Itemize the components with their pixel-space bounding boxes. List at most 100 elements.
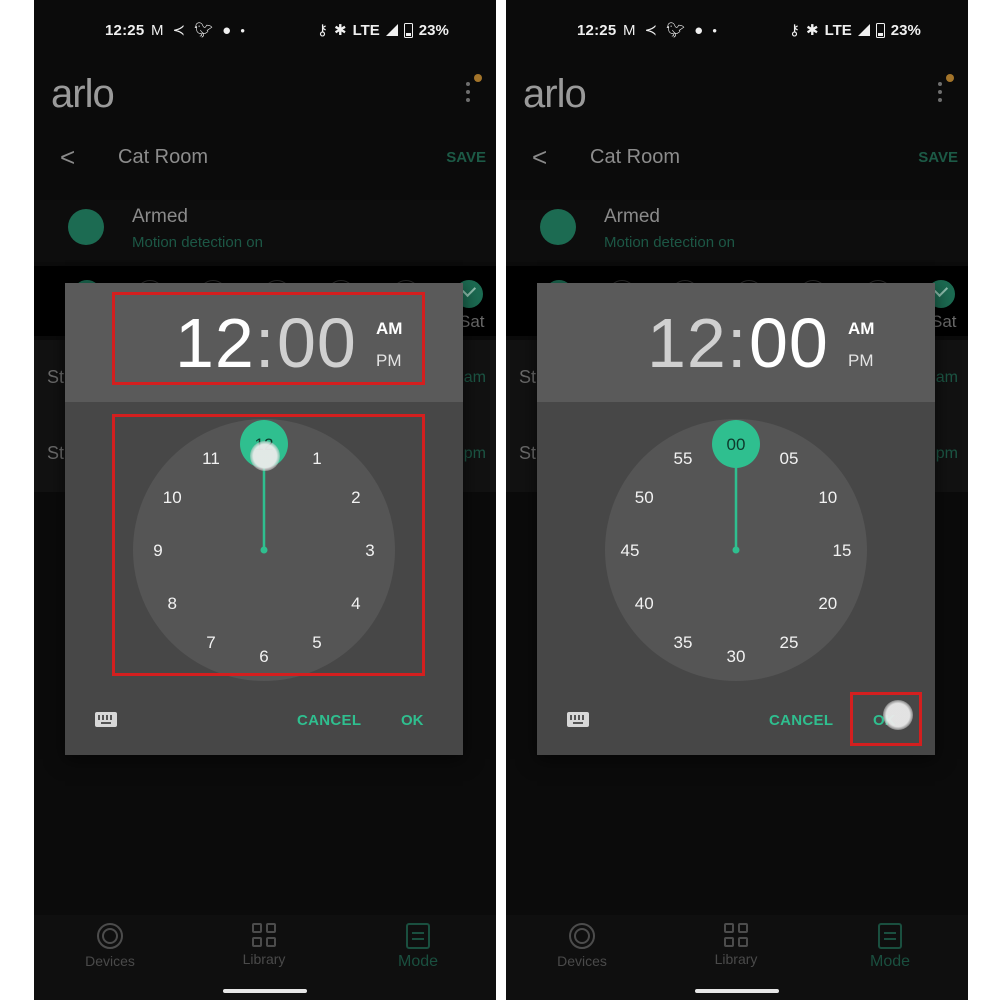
nav-devices[interactable]: Devices bbox=[55, 923, 165, 969]
time-picker-dialog: 12 : 00 AM PM 121234567891011 CANCEL OK bbox=[65, 283, 463, 755]
mode-title: Armed bbox=[604, 206, 660, 227]
clock-number[interactable]: 45 bbox=[621, 541, 640, 560]
pm-toggle[interactable]: PM bbox=[376, 351, 402, 371]
back-chevron-icon[interactable]: < bbox=[532, 142, 547, 173]
hours-display[interactable]: 12 bbox=[175, 303, 255, 383]
clock-number[interactable]: 2 bbox=[351, 488, 360, 507]
clock-number[interactable]: 55 bbox=[674, 449, 693, 468]
nav-label: Mode bbox=[869, 953, 911, 970]
reddit-icon: ● bbox=[694, 21, 704, 39]
nav-label: Mode bbox=[397, 953, 439, 970]
overflow-menu-icon[interactable] bbox=[938, 82, 944, 102]
mode-status-dot bbox=[540, 209, 576, 245]
twitter-icon: 🐦︎ bbox=[194, 22, 214, 39]
clock-number[interactable]: 35 bbox=[674, 633, 693, 652]
nav-library[interactable]: Library bbox=[681, 923, 791, 967]
save-button[interactable]: SAVE bbox=[446, 149, 486, 166]
vpn-key-icon: ⚷ bbox=[789, 22, 800, 39]
clock-number[interactable]: 3 bbox=[365, 541, 374, 560]
clock-center-dot bbox=[260, 546, 268, 554]
clock-number[interactable]: 10 bbox=[818, 488, 837, 507]
check-icon bbox=[933, 282, 949, 298]
app-icon: ≺ bbox=[172, 22, 186, 39]
time-picker-header: 12 : 00 AM PM bbox=[65, 283, 463, 402]
page-title: Cat Room bbox=[590, 146, 681, 168]
minutes-display[interactable]: 00 bbox=[277, 303, 357, 383]
nav-mode[interactable]: Mode bbox=[363, 923, 473, 971]
app-icon: ≺ bbox=[644, 22, 658, 39]
clock-number[interactable]: 6 bbox=[259, 647, 268, 666]
phone-screen-right: 12:25 M ≺ 🐦︎ ● ● ⚷ ✱ LTE 23% arlo < Cat … bbox=[506, 0, 968, 1000]
signal-icon bbox=[385, 24, 398, 36]
clock-center-dot bbox=[732, 546, 740, 554]
reddit-icon: ● bbox=[222, 21, 232, 39]
clock-number[interactable]: 1 bbox=[312, 449, 321, 468]
bottom-navigation: Devices Library Mode bbox=[506, 915, 968, 1000]
home-indicator[interactable] bbox=[695, 989, 779, 993]
ok-button[interactable]: OK bbox=[401, 712, 424, 729]
mode-row-armed[interactable]: Armed Motion detection on bbox=[34, 200, 496, 262]
nav-devices[interactable]: Devices bbox=[527, 923, 637, 969]
save-button[interactable]: SAVE bbox=[918, 149, 958, 166]
clock-number[interactable]: 00 bbox=[727, 435, 746, 454]
cancel-button[interactable]: CANCEL bbox=[769, 712, 833, 729]
minutes-display[interactable]: 00 bbox=[749, 303, 829, 383]
mode-status-dot bbox=[68, 209, 104, 245]
schedule-start-label: St bbox=[47, 367, 65, 387]
battery-icon bbox=[403, 22, 413, 38]
clock-number[interactable]: 50 bbox=[635, 488, 654, 507]
cancel-button[interactable]: CANCEL bbox=[297, 712, 361, 729]
clock-number[interactable]: 8 bbox=[167, 594, 176, 613]
bottom-navigation: Devices Library Mode bbox=[34, 915, 496, 1000]
nav-label: Library bbox=[714, 951, 758, 967]
status-bar: 12:25 M ≺ 🐦︎ ● ● ⚷ ✱ LTE 23% bbox=[34, 18, 496, 44]
clock-number[interactable]: 7 bbox=[206, 633, 215, 652]
devices-icon bbox=[97, 923, 123, 949]
nav-label: Devices bbox=[557, 953, 607, 969]
clock-number[interactable]: 4 bbox=[351, 594, 360, 613]
status-time: 12:25 bbox=[577, 22, 617, 39]
clock-number[interactable]: 25 bbox=[780, 633, 799, 652]
signal-icon bbox=[857, 24, 870, 36]
clock-number[interactable]: 15 bbox=[833, 541, 852, 560]
clock-number[interactable]: 40 bbox=[635, 594, 654, 613]
mode-row-armed[interactable]: Armed Motion detection on bbox=[506, 200, 968, 262]
nav-mode[interactable]: Mode bbox=[835, 923, 945, 971]
touch-indicator bbox=[883, 700, 913, 730]
schedule-start-value: am bbox=[935, 369, 958, 386]
hours-display[interactable]: 12 bbox=[647, 303, 727, 383]
schedule-start-label: St bbox=[519, 367, 537, 387]
page-header: < Cat Room SAVE bbox=[34, 142, 496, 174]
network-type: LTE bbox=[352, 21, 380, 39]
notification-dot bbox=[474, 74, 482, 82]
phone-screen-left: 12:25 M ≺ 🐦︎ ● ● ⚷ ✱ LTE 23% arlo < Cat … bbox=[34, 0, 496, 1000]
clock-dial[interactable]: 00 05 10 15 20 25 30 35 40 45 50 55 bbox=[537, 402, 935, 685]
overflow-menu-icon[interactable] bbox=[466, 82, 472, 102]
schedule-stop-label: St bbox=[519, 443, 537, 463]
clock-number[interactable]: 11 bbox=[202, 449, 220, 468]
back-chevron-icon[interactable]: < bbox=[60, 142, 75, 173]
library-icon bbox=[252, 923, 276, 947]
battery-percent: 23% bbox=[890, 21, 921, 39]
nav-library[interactable]: Library bbox=[209, 923, 319, 967]
battery-icon bbox=[875, 22, 885, 38]
mode-title: Armed bbox=[132, 206, 188, 227]
arlo-logo: arlo bbox=[523, 72, 587, 116]
clock-number[interactable]: 05 bbox=[780, 449, 799, 468]
am-toggle[interactable]: AM bbox=[376, 319, 402, 339]
pm-toggle[interactable]: PM bbox=[848, 351, 874, 371]
clock-number[interactable]: 10 bbox=[163, 488, 182, 507]
clock-number[interactable]: 20 bbox=[818, 594, 837, 613]
schedule-stop-value: pm bbox=[463, 445, 486, 462]
keyboard-icon[interactable] bbox=[567, 712, 589, 727]
clock-number[interactable]: 5 bbox=[312, 633, 321, 652]
clock-number[interactable]: 30 bbox=[727, 647, 746, 666]
keyboard-icon[interactable] bbox=[95, 712, 117, 727]
vpn-key-icon: ⚷ bbox=[317, 22, 328, 39]
time-picker-actions: CANCEL OK bbox=[65, 685, 463, 755]
clock-number[interactable]: 9 bbox=[153, 541, 162, 560]
home-indicator[interactable] bbox=[223, 989, 307, 993]
am-toggle[interactable]: AM bbox=[848, 319, 874, 339]
gmail-icon: M bbox=[623, 21, 636, 39]
time-picker-header: 12 : 00 AM PM bbox=[537, 283, 935, 402]
